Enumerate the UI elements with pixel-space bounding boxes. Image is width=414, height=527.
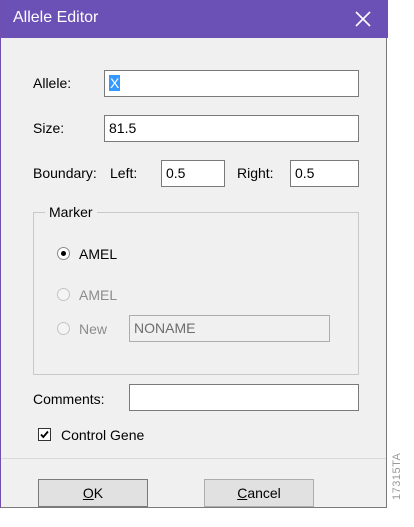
marker-radio-amel-2[interactable]	[57, 288, 70, 301]
footer-separator	[1, 458, 386, 459]
boundary-right-input[interactable]: 0.5	[290, 160, 359, 187]
allele-editor-dialog: Allele Editor Allele: X Size: 81.5 Bound…	[0, 0, 388, 508]
new-marker-name-input[interactable]: NONAME	[129, 315, 330, 342]
boundary-right-value: 0.5	[295, 165, 315, 181]
close-button[interactable]	[348, 4, 378, 34]
ok-label-rest: K	[93, 485, 104, 501]
allele-value: X	[109, 75, 121, 91]
ok-button[interactable]: OK	[38, 479, 148, 507]
control-gene-checkbox[interactable]	[38, 428, 51, 441]
marker-group-title: Marker	[45, 204, 97, 220]
comments-label: Comments:	[33, 391, 105, 407]
boundary-left-value: 0.5	[166, 165, 186, 181]
marker-radio-amel[interactable]	[57, 247, 70, 260]
boundary-right-label: Right:	[237, 165, 274, 181]
boundary-left-label: Left:	[110, 165, 138, 181]
window-title: Allele Editor	[13, 9, 99, 26]
marker-option-new-label: New	[79, 321, 108, 337]
marker-radio-new[interactable]	[57, 322, 70, 335]
allele-input[interactable]: X	[104, 70, 359, 97]
boundary-label: Boundary:	[33, 165, 97, 181]
boundary-left-input[interactable]: 0.5	[161, 160, 225, 187]
marker-option-amel-label: AMEL	[79, 246, 118, 262]
new-marker-name-value: NONAME	[134, 320, 196, 336]
cancel-label-rest: ancel	[247, 485, 281, 501]
size-value: 81.5	[109, 120, 137, 136]
figure-id: 17315TA	[391, 452, 403, 500]
screenshot-canvas: Allele Editor Allele: X Size: 81.5 Bound…	[0, 0, 414, 527]
ok-mnemonic: O	[82, 485, 94, 501]
marker-option-amel-2-label: AMEL	[79, 287, 118, 303]
control-gene-label: Control Gene	[61, 427, 145, 443]
cancel-mnemonic: C	[237, 485, 248, 501]
close-icon	[355, 11, 371, 27]
cancel-button[interactable]: Cancel	[204, 479, 314, 507]
comments-input[interactable]	[129, 384, 359, 411]
checkmark-icon	[40, 430, 49, 439]
size-input[interactable]: 81.5	[104, 115, 359, 142]
size-label: Size:	[33, 120, 65, 136]
allele-label: Allele:	[33, 75, 72, 91]
title-bar[interactable]: Allele Editor	[1, 0, 388, 38]
